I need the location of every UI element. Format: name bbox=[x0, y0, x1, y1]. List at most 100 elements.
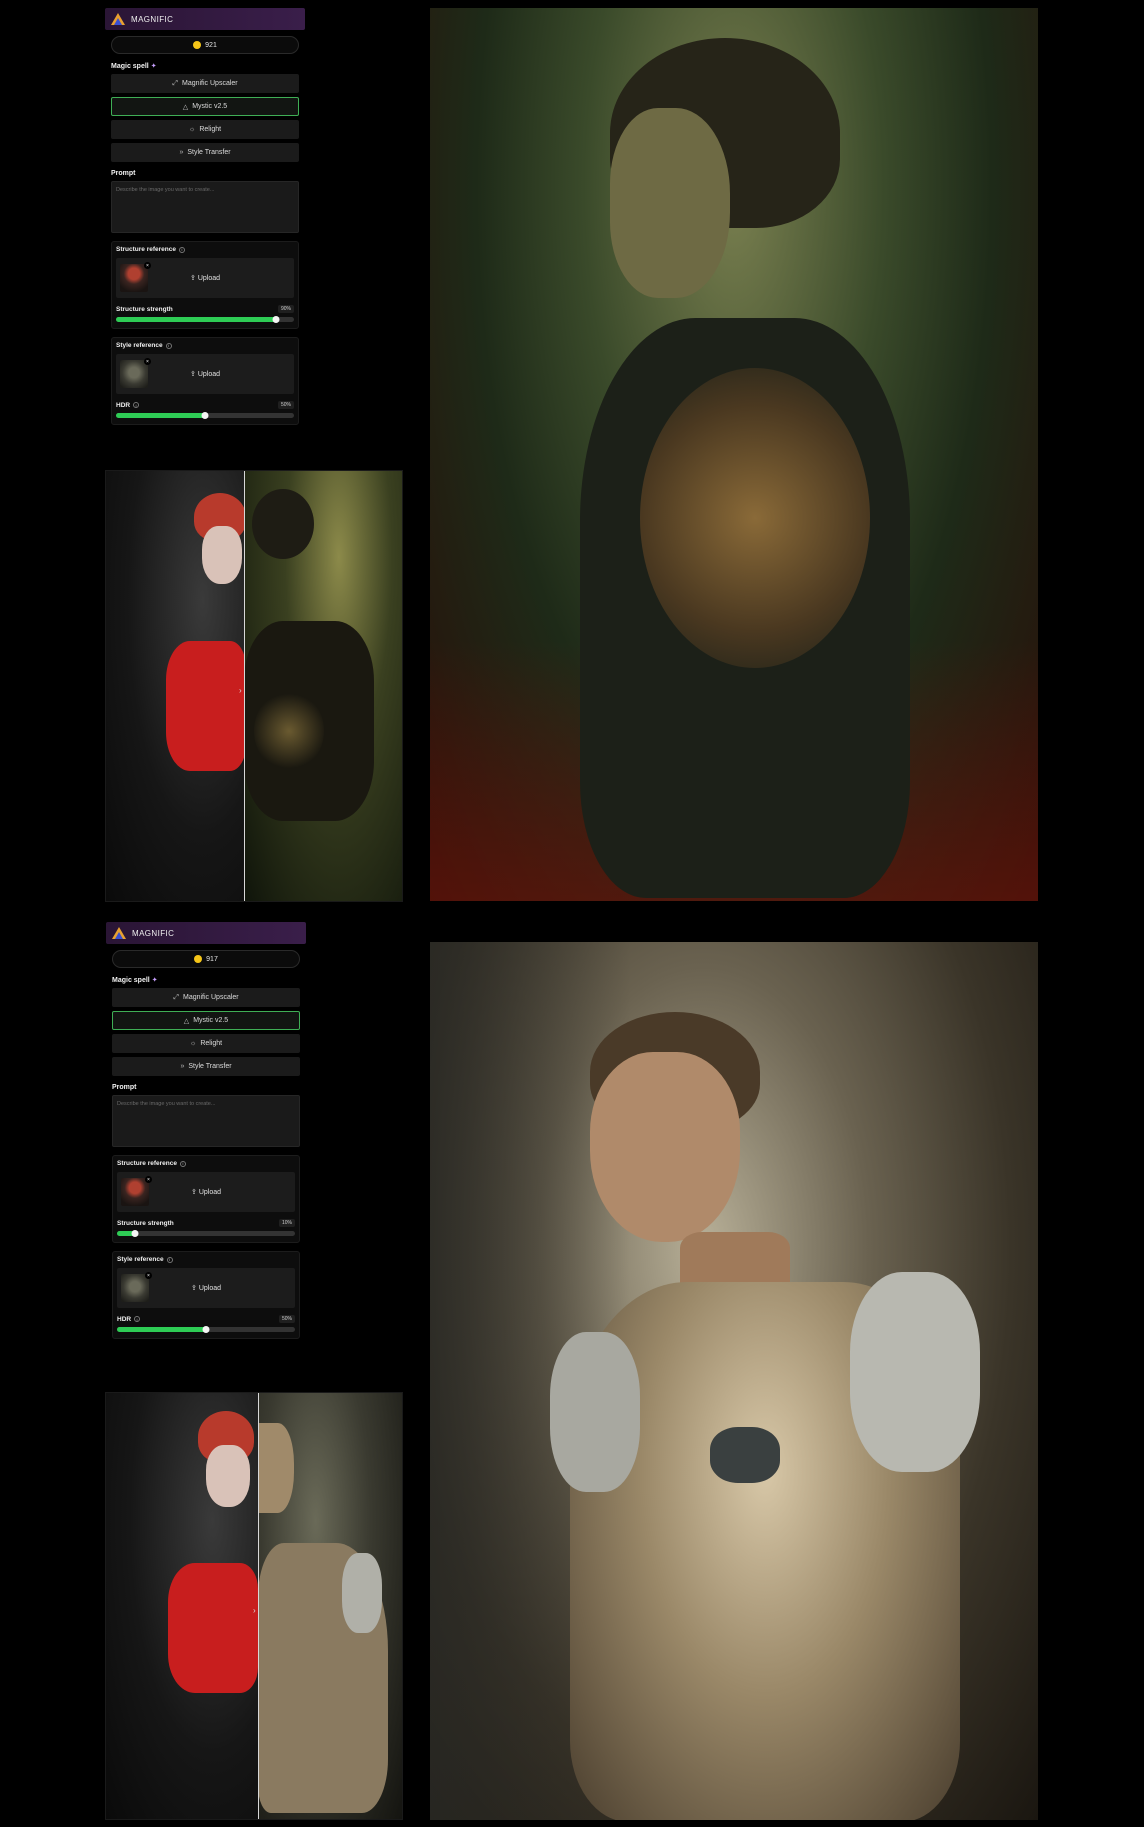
app-header: MAGNIFIC bbox=[106, 922, 306, 944]
structure-upload-area[interactable]: × ⇪ Upload bbox=[117, 1172, 295, 1212]
hdr-fill bbox=[117, 1327, 206, 1332]
triangle-icon: △ bbox=[182, 103, 189, 111]
structure-strength-handle[interactable] bbox=[131, 1230, 139, 1237]
style-upload-area[interactable]: × ⇪ Upload bbox=[116, 354, 294, 394]
generated-face bbox=[258, 1423, 294, 1513]
remove-icon[interactable]: × bbox=[144, 262, 151, 269]
result-2-face bbox=[590, 1052, 740, 1242]
spell-relight-button[interactable]: ☼ Relight bbox=[111, 120, 299, 139]
structure-reference-title: Structure reference i bbox=[116, 246, 294, 253]
double-chevron-icon: » bbox=[180, 1063, 185, 1070]
info-icon[interactable]: i bbox=[179, 1160, 186, 1167]
credits-badge: 917 bbox=[112, 950, 300, 968]
upscale-icon: ⤢ bbox=[173, 993, 179, 1001]
generated-chest-glow bbox=[254, 691, 324, 771]
prompt-title: Prompt bbox=[111, 170, 136, 177]
info-icon[interactable]: i bbox=[133, 402, 140, 408]
style-reference-card: Style reference i × ⇪ Upload HDR i 50% bbox=[112, 1251, 300, 1339]
hdr-slider[interactable] bbox=[117, 1326, 295, 1333]
magic-wand-icon: ✦ bbox=[150, 63, 157, 70]
structure-thumbnail: × bbox=[121, 1176, 152, 1206]
settings-panel-1: MAGNIFIC 921 Magic spell ✦ ⤢ Magnific Up… bbox=[105, 8, 305, 425]
remove-icon[interactable]: × bbox=[145, 1176, 152, 1183]
sun-icon: ☼ bbox=[188, 126, 196, 133]
structure-strength-value: 10% bbox=[278, 1219, 295, 1227]
original-torso bbox=[166, 641, 246, 771]
result-image-2 bbox=[430, 942, 1038, 1820]
prompt-input[interactable]: Describe the image you want to create... bbox=[112, 1095, 300, 1147]
original-face bbox=[206, 1445, 250, 1507]
result-image-1 bbox=[430, 8, 1038, 901]
credits-count: 921 bbox=[205, 41, 217, 49]
triangle-icon: △ bbox=[183, 1017, 190, 1025]
result-2-sleeve-right bbox=[850, 1272, 980, 1472]
hdr-value: 50% bbox=[278, 1315, 295, 1323]
style-reference-title: Style reference i bbox=[117, 1256, 295, 1263]
info-icon[interactable]: i bbox=[166, 1256, 173, 1263]
structure-reference-card: Structure reference i × ⇪ Upload Structu… bbox=[112, 1155, 300, 1243]
generated-image bbox=[258, 1393, 402, 1819]
hdr-slider[interactable] bbox=[116, 412, 294, 419]
settings-panel-2: MAGNIFIC 917 Magic spell ✦ ⤢ Magnific Up… bbox=[106, 922, 306, 1339]
info-icon[interactable]: i bbox=[134, 1316, 141, 1322]
result-1-chest bbox=[640, 368, 870, 668]
info-icon[interactable]: i bbox=[165, 342, 172, 349]
brand-name: MAGNIFIC bbox=[132, 928, 175, 938]
structure-strength-slider[interactable] bbox=[117, 1230, 295, 1237]
generated-hair bbox=[252, 489, 314, 559]
spell-style-transfer-button[interactable]: » Style Transfer bbox=[111, 143, 299, 162]
spell-relight-button[interactable]: ☼ Relight bbox=[112, 1034, 300, 1053]
result-1-face bbox=[610, 108, 730, 298]
sun-icon: ☼ bbox=[189, 1040, 197, 1047]
structure-strength-handle[interactable] bbox=[272, 316, 280, 323]
style-thumbnail: × bbox=[121, 1272, 152, 1302]
structure-strength-value: 90% bbox=[277, 305, 294, 313]
structure-strength-label: Structure strength bbox=[116, 305, 173, 313]
magic-spell-title: Magic spell ✦ bbox=[112, 977, 158, 984]
spell-magnific-upscaler-button[interactable]: ⤢ Magnific Upscaler bbox=[111, 74, 299, 93]
spell-mystic-button[interactable]: △ Mystic v2.5 bbox=[112, 1011, 300, 1030]
remove-icon[interactable]: × bbox=[145, 1272, 152, 1279]
style-reference-title: Style reference i bbox=[116, 342, 294, 349]
coin-icon bbox=[194, 955, 203, 963]
hdr-label: HDR i bbox=[116, 402, 140, 409]
structure-strength-fill bbox=[116, 317, 277, 322]
style-upload-area[interactable]: × ⇪ Upload bbox=[117, 1268, 295, 1308]
structure-reference-title: Structure reference i bbox=[117, 1160, 295, 1167]
info-icon[interactable]: i bbox=[178, 246, 185, 253]
credits-count: 917 bbox=[206, 955, 218, 963]
brand-name: MAGNIFIC bbox=[131, 14, 174, 24]
original-image bbox=[106, 1393, 258, 1819]
prompt-input[interactable]: Describe the image you want to create... bbox=[111, 181, 299, 233]
generated-sleeve bbox=[342, 1553, 382, 1633]
prompt-title: Prompt bbox=[112, 1084, 137, 1091]
coin-icon bbox=[193, 41, 202, 49]
double-chevron-icon: » bbox=[179, 149, 184, 156]
spell-magnific-upscaler-button[interactable]: ⤢ Magnific Upscaler bbox=[112, 988, 300, 1007]
structure-upload-area[interactable]: × ⇪ Upload bbox=[116, 258, 294, 298]
magic-wand-icon: ✦ bbox=[151, 977, 158, 984]
result-2-emblem bbox=[710, 1427, 780, 1483]
hdr-fill bbox=[116, 413, 205, 418]
hdr-label: HDR i bbox=[117, 1316, 141, 1323]
original-image bbox=[106, 471, 246, 901]
chevron-right-icon[interactable]: › bbox=[239, 686, 249, 696]
remove-icon[interactable]: × bbox=[144, 358, 151, 365]
spell-mystic-button[interactable]: △ Mystic v2.5 bbox=[111, 97, 299, 116]
app-header: MAGNIFIC bbox=[105, 8, 305, 30]
magnific-logo-icon bbox=[111, 13, 125, 25]
magnific-logo-icon bbox=[112, 927, 126, 939]
hdr-handle[interactable] bbox=[202, 1326, 210, 1333]
generated-image bbox=[244, 471, 402, 901]
structure-strength-slider[interactable] bbox=[116, 316, 294, 323]
spell-style-transfer-button[interactable]: » Style Transfer bbox=[112, 1057, 300, 1076]
before-after-comparison-2[interactable]: › bbox=[105, 1392, 403, 1820]
style-thumbnail: × bbox=[120, 358, 151, 388]
before-after-comparison-1[interactable]: › bbox=[105, 470, 403, 902]
original-face bbox=[202, 526, 242, 584]
structure-reference-card: Structure reference i × ⇪ Upload Structu… bbox=[111, 241, 299, 329]
hdr-handle[interactable] bbox=[201, 412, 209, 419]
comparison-divider[interactable]: › bbox=[253, 1393, 259, 1819]
chevron-right-icon[interactable]: › bbox=[253, 1606, 263, 1616]
comparison-divider[interactable]: › bbox=[239, 471, 245, 901]
